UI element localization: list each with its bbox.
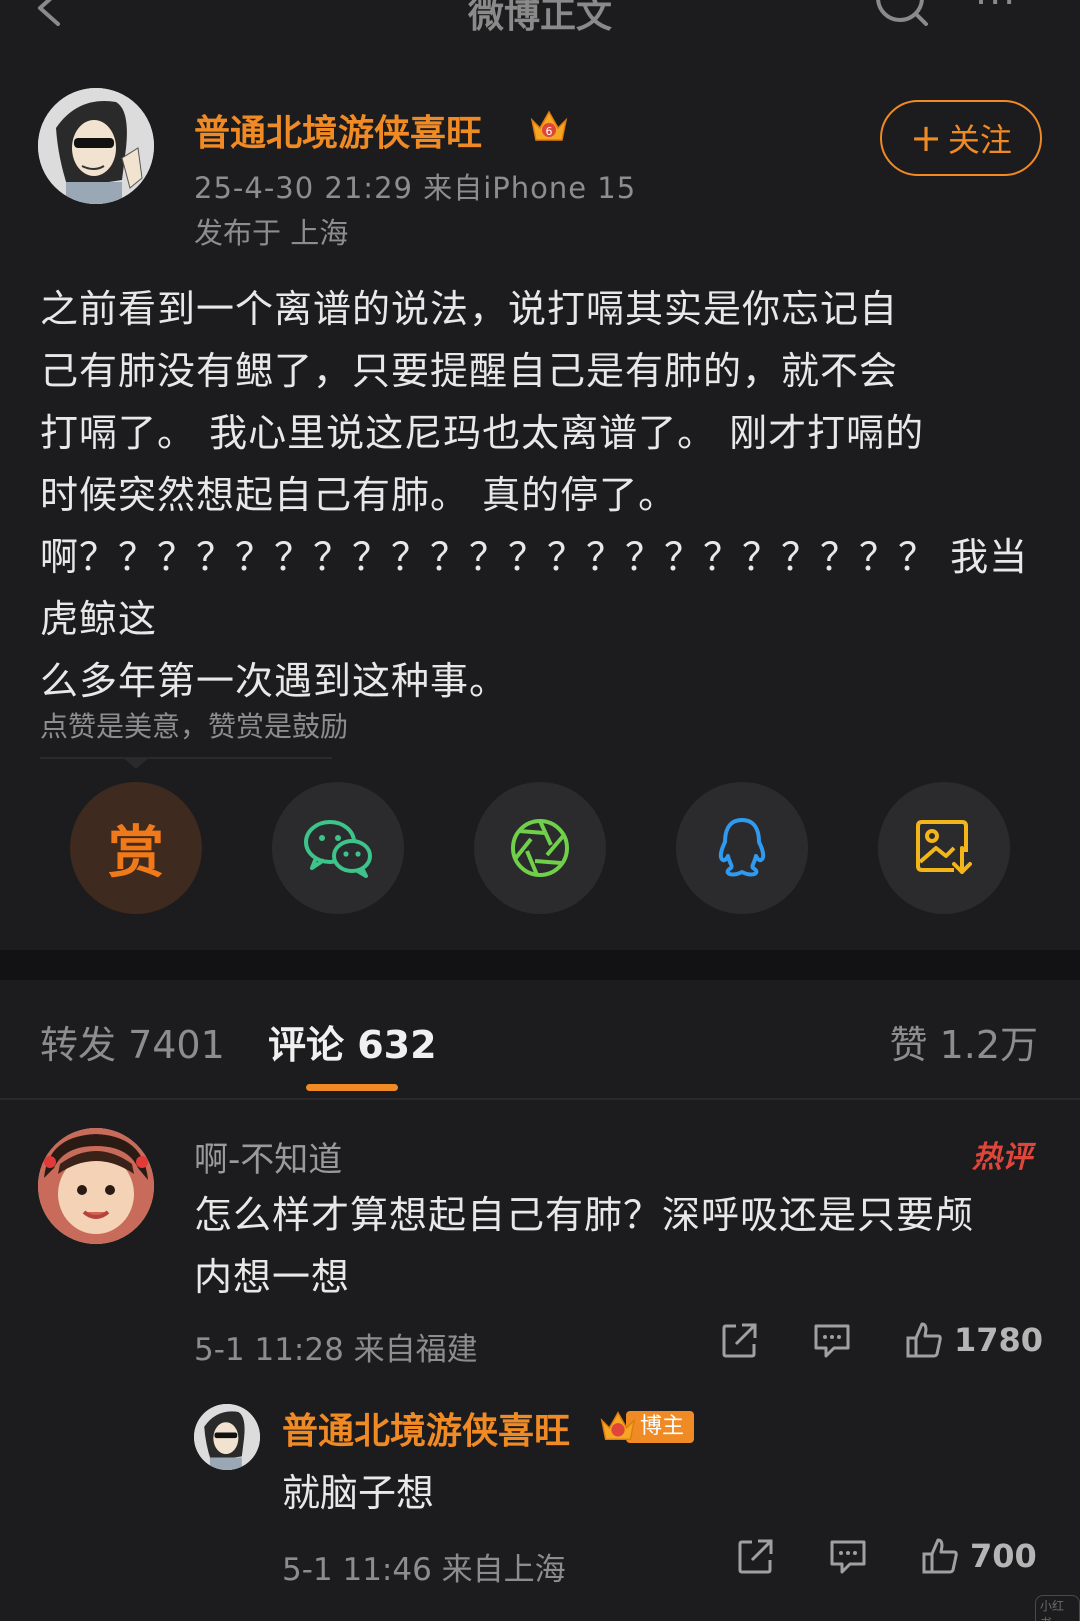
qq-icon: [718, 818, 766, 877]
watermark: 小红书: [1035, 1595, 1080, 1621]
commenter-avatar[interactable]: [38, 1128, 154, 1244]
vip-crown-icon: [600, 1411, 636, 1441]
hint-divider: [40, 757, 332, 759]
share-moments-button[interactable]: [474, 782, 606, 914]
reply-icon: [814, 1324, 850, 1358]
post-line: 之前看到一个离谱的说法，说打嗝其实是你忘记自: [40, 287, 899, 331]
svg-text:6: 6: [546, 125, 553, 138]
commenter-name[interactable]: 啊-不知道: [194, 1132, 342, 1181]
reward-icon: 赏: [108, 820, 164, 886]
plus-icon: +: [910, 116, 942, 160]
active-tab-indicator: [306, 1084, 398, 1091]
post-line: 么多年第一次遇到这种事。: [40, 659, 509, 703]
follow-button[interactable]: + 关注: [880, 100, 1042, 176]
comment-line: 怎么样才算想起自己有肺？深呼吸还是只要颅: [194, 1193, 975, 1237]
author-avatar[interactable]: [38, 88, 154, 204]
reward-hint: 点赞是美意，赞赏是鼓励: [40, 710, 349, 743]
post-line: 打嗝了。 我心里说这尼玛也太离谱了。 刚才打嗝的: [40, 411, 925, 455]
reply-reply-button[interactable]: [828, 1536, 868, 1576]
share-wechat-button[interactable]: [272, 782, 404, 914]
hot-comment-badge: 热评: [972, 1140, 1032, 1175]
post-meta: 25-4-30 21:29 来自iPhone 15: [194, 171, 637, 205]
search-icon[interactable]: [870, 0, 930, 30]
post-line: 啊？？？？？？？？？？？？？？？？？？？？？？ 我当虎鲸这: [40, 535, 1029, 641]
share-qq-button[interactable]: [676, 782, 808, 914]
moments-icon: [511, 819, 569, 877]
wechat-icon: [304, 820, 372, 878]
share-icon: [738, 1539, 773, 1574]
top-nav: 微博正文 ···: [0, 0, 1080, 52]
post-body: 之前看到一个离谱的说法，说打嗝其实是你忘记自 己有肺没有鳃了，只要提醒自己是有肺…: [40, 278, 1050, 712]
comment-text: 怎么样才算想起自己有肺？深呼吸还是只要颅 内想一想: [194, 1184, 1044, 1308]
section-divider: [0, 950, 1080, 980]
reply-icon: [830, 1540, 866, 1574]
weibo-post-page: 微博正文 ··· 普通北境游侠喜旺 6 25-4-30 21:29 来自iPho…: [0, 0, 1080, 1621]
post-line: 时候突然想起自己有肺。 真的停了。: [40, 473, 678, 517]
comment-like-button[interactable]: 1780: [904, 1320, 1043, 1360]
comment-line: 内想一想: [194, 1255, 351, 1299]
save-image-icon: [916, 820, 972, 874]
post-line: 己有肺没有鳃了，只要提醒自己是有肺的，就不会: [40, 349, 899, 393]
reply-text: 就脑子想: [282, 1471, 435, 1515]
tab-like[interactable]: 赞 1.2万: [889, 1014, 1038, 1069]
tab-repost[interactable]: 转发 7401: [40, 1014, 225, 1069]
share-actions: 赏: [0, 782, 1080, 916]
vip-crown-icon: 6: [530, 110, 568, 141]
reward-button[interactable]: 赏: [70, 782, 202, 914]
reply-meta: 5-1 11:46 来自上海: [282, 1552, 566, 1588]
thumbs-up-icon: [906, 1322, 942, 1358]
reply-like-button[interactable]: 700: [920, 1536, 1037, 1576]
follow-label: 关注: [947, 121, 1012, 159]
comment-share-button[interactable]: [720, 1320, 760, 1360]
comment-meta: 5-1 11:28 来自福建: [194, 1332, 478, 1368]
comment-reply-button[interactable]: [812, 1320, 852, 1360]
share-icon: [722, 1323, 757, 1358]
post-location: 发布于 上海: [194, 216, 349, 250]
tab-comment[interactable]: 评论 632: [268, 1014, 437, 1069]
save-image-button[interactable]: [878, 782, 1010, 914]
hint-caret: [122, 757, 150, 769]
reply-author-avatar[interactable]: [194, 1404, 260, 1470]
tabs-divider: [0, 1098, 1080, 1100]
author-name[interactable]: 普通北境游侠喜旺: [194, 104, 482, 156]
more-options-icon[interactable]: ···: [975, 0, 1017, 24]
reply-author-name[interactable]: 普通北境游侠喜旺: [282, 1402, 570, 1454]
thumbs-up-icon: [922, 1538, 958, 1574]
reply-share-button[interactable]: [736, 1536, 776, 1576]
comment-like-count: 1780: [954, 1321, 1044, 1359]
reply-like-count: 700: [970, 1537, 1037, 1575]
